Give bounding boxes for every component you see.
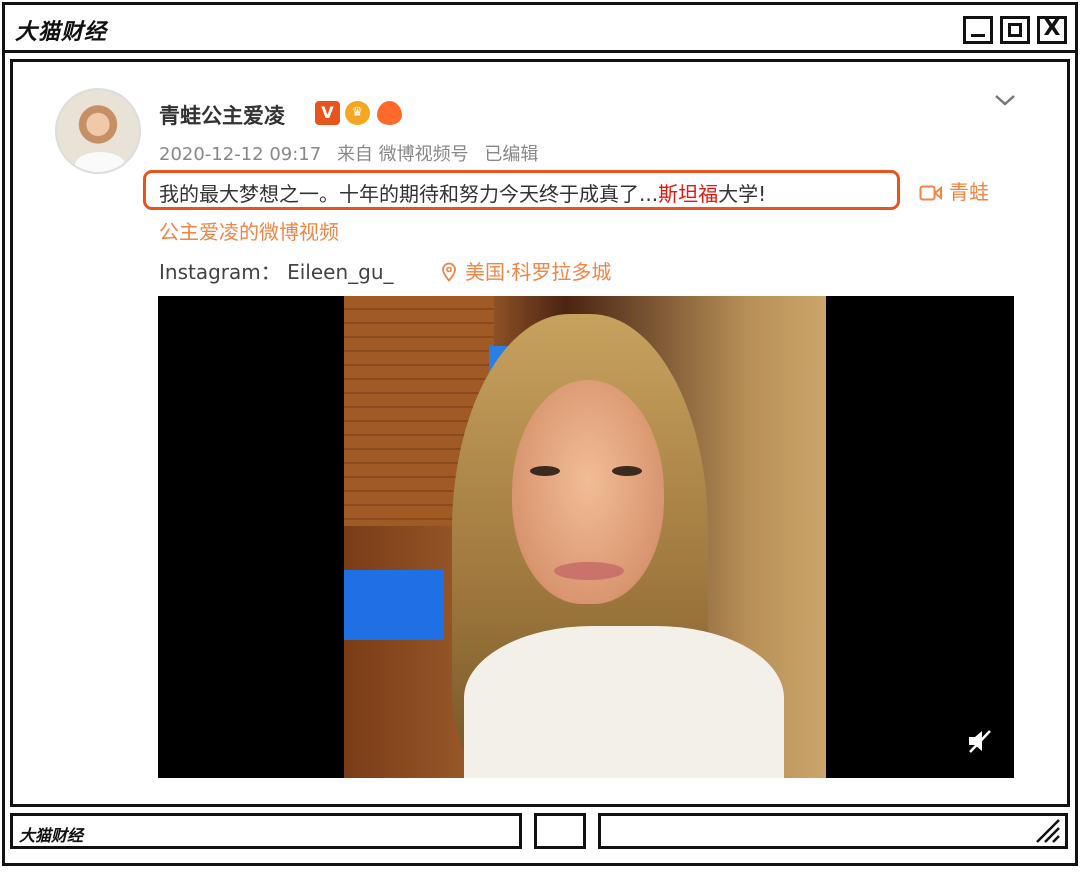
video-camera-icon xyxy=(919,185,942,201)
status-brand-label: 大猫财经 xyxy=(19,826,84,845)
mute-icon[interactable] xyxy=(966,728,994,754)
weibo-post-card: 青蛙公主爱凌 V ♛ 2020-12-12 09:17 来自 微博视频号 已编辑… xyxy=(10,59,1070,807)
chevron-down-icon[interactable] xyxy=(993,88,1017,112)
close-icon: X xyxy=(1043,16,1061,41)
fire-badge-icon xyxy=(377,101,402,125)
video-link[interactable]: 青蛙 xyxy=(919,176,989,205)
minimize-button[interactable] xyxy=(963,16,993,44)
window-title: 大猫财经 xyxy=(15,20,108,45)
video-frame xyxy=(344,296,826,778)
title-bar[interactable]: 大猫财经 X xyxy=(5,5,1075,53)
maximize-button[interactable] xyxy=(1000,16,1030,44)
status-bar: 大猫财经 xyxy=(10,813,1070,859)
instagram-handle: Instagram： Eileen_gu_ xyxy=(159,260,394,284)
stanford-link[interactable]: 斯坦福 xyxy=(658,182,718,206)
username[interactable]: 青蛙公主爱凌 xyxy=(159,100,285,130)
status-cell-right xyxy=(598,813,1068,849)
post-meta: 2020-12-12 09:17 来自 微博视频号 已编辑 xyxy=(159,140,548,166)
location-link[interactable]: 美国·科罗拉多城 xyxy=(441,256,611,285)
close-button[interactable]: X xyxy=(1037,16,1067,44)
post-text: 我的最大梦想之一。十年的期待和努力今天终于成真了...斯坦福大学! xyxy=(159,182,767,206)
edited-label: 已编辑 xyxy=(484,144,539,165)
verified-badge-icon: V xyxy=(315,101,340,125)
crown-badge-icon: ♛ xyxy=(345,101,370,125)
app-window: 大猫财经 X 青蛙公主爱凌 V ♛ 2020-12-12 09:17 来自 微博… xyxy=(2,2,1078,866)
post-source[interactable]: 来自 微博视频号 xyxy=(337,144,469,165)
status-cell-brand: 大猫财经 xyxy=(10,813,522,849)
avatar[interactable] xyxy=(55,88,141,174)
resize-grip-icon[interactable] xyxy=(1033,816,1061,844)
location-pin-icon xyxy=(442,262,456,282)
status-cell-middle xyxy=(534,813,586,849)
video-link-continued[interactable]: 公主爱凌的微博视频 xyxy=(159,216,339,245)
post-date[interactable]: 2020-12-12 09:17 xyxy=(159,144,321,165)
video-player[interactable] xyxy=(158,296,1014,778)
